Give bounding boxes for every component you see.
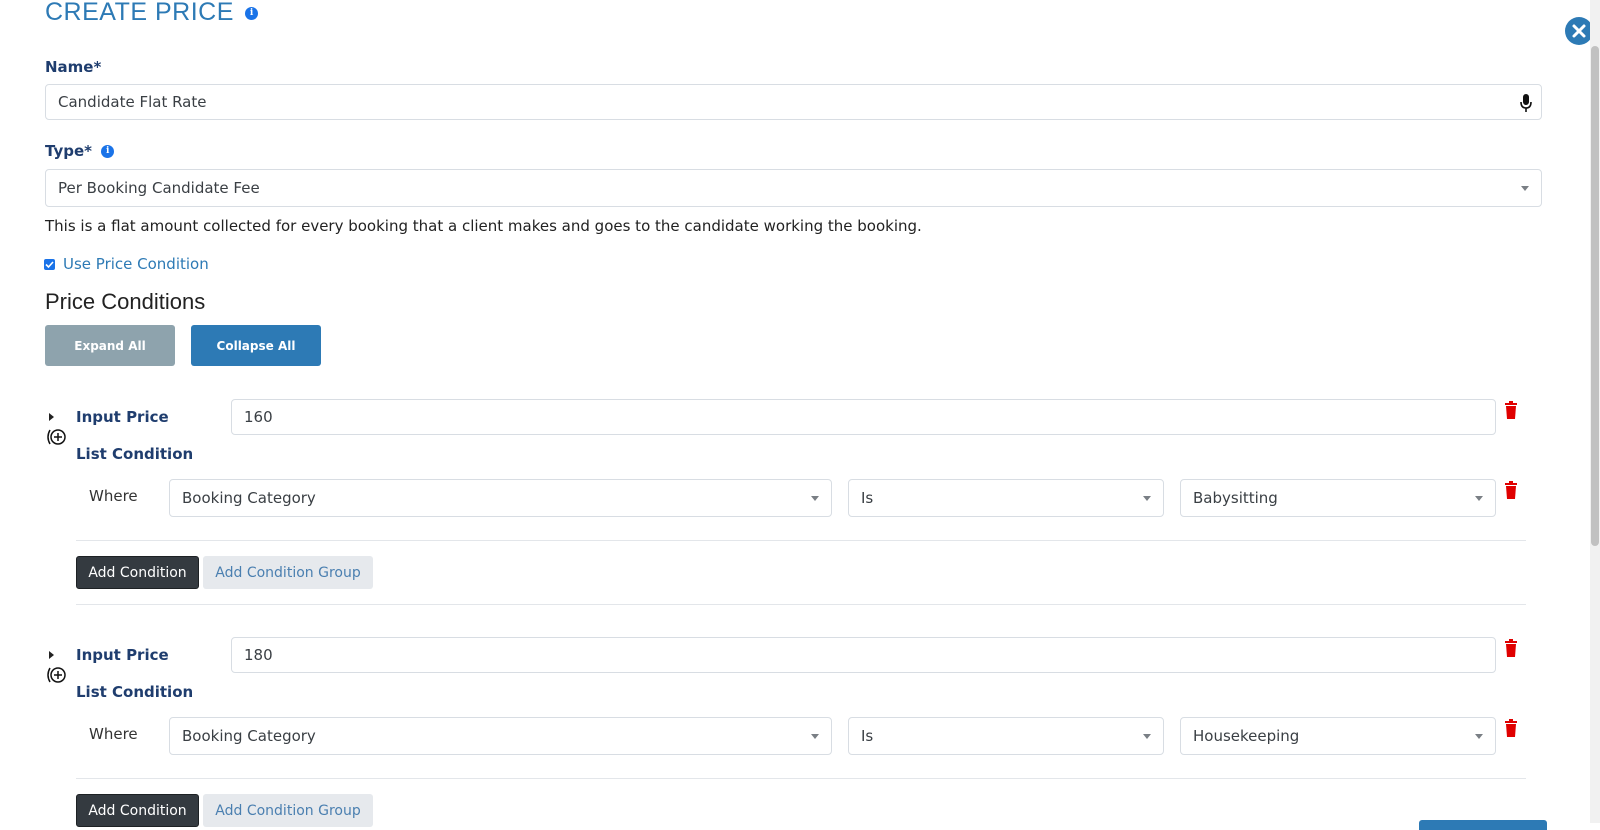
- condition-field-value: Booking Category: [182, 489, 316, 507]
- add-condition-button[interactable]: Add Condition: [76, 556, 199, 589]
- type-select[interactable]: Per Booking Candidate Fee: [45, 169, 1542, 207]
- condition-toggle[interactable]: [49, 413, 54, 421]
- name-label: Name*: [45, 58, 102, 76]
- type-label: Type* i: [45, 142, 115, 160]
- page-title-text: CREATE PRICE: [45, 0, 234, 26]
- add-condition-button[interactable]: Add Condition: [76, 794, 199, 827]
- condition-field-select[interactable]: Booking Category: [169, 717, 832, 755]
- chevron-down-icon: [1475, 734, 1483, 739]
- info-icon[interactable]: i: [245, 6, 259, 20]
- add-condition-group-button[interactable]: Add Condition Group: [203, 556, 373, 589]
- list-condition-label: List Condition: [76, 445, 194, 463]
- type-select-value: Per Booking Candidate Fee: [58, 179, 260, 197]
- input-price-field[interactable]: 180: [231, 637, 1496, 673]
- divider: [76, 604, 1526, 605]
- chevron-down-icon: [1143, 496, 1151, 501]
- condition-value-value: Babysitting: [1193, 489, 1278, 507]
- caret-right-icon: [49, 651, 54, 659]
- add-condition-group-button[interactable]: Add Condition Group: [203, 794, 373, 827]
- input-price-label: Input Price: [76, 646, 169, 664]
- condition-value-select[interactable]: Babysitting: [1180, 479, 1496, 517]
- condition-field-select[interactable]: Booking Category: [169, 479, 832, 517]
- condition-value-select[interactable]: Housekeeping: [1180, 717, 1496, 755]
- delete-icon[interactable]: [1504, 401, 1518, 419]
- scrollbar-thumb[interactable]: [1591, 46, 1599, 546]
- name-input[interactable]: Candidate Flat Rate: [45, 84, 1542, 120]
- expand-all-button[interactable]: Expand All: [45, 325, 175, 366]
- add-circle-icon[interactable]: [45, 666, 69, 684]
- divider: [76, 540, 1526, 541]
- input-price-value: 160: [244, 408, 273, 426]
- chevron-down-icon: [1143, 734, 1151, 739]
- collapse-all-button[interactable]: Collapse All: [191, 325, 321, 366]
- list-condition-label: List Condition: [76, 683, 194, 701]
- microphone-icon[interactable]: [1519, 93, 1533, 113]
- chevron-down-icon: [1475, 496, 1483, 501]
- caret-right-icon: [49, 413, 54, 421]
- page-title: CREATE PRICE i: [45, 0, 259, 27]
- save-button[interactable]: [1419, 820, 1547, 830]
- condition-operator-value: Is: [861, 727, 874, 745]
- input-price-label: Input Price: [76, 408, 169, 426]
- where-label: Where: [89, 725, 138, 743]
- use-price-condition-checkbox[interactable]: [44, 258, 55, 270]
- chevron-down-icon: [811, 734, 819, 739]
- chevron-down-icon: [1521, 186, 1529, 191]
- use-price-condition-label: Use Price Condition: [63, 255, 209, 273]
- input-price-field[interactable]: 160: [231, 399, 1496, 435]
- name-input-value: Candidate Flat Rate: [58, 93, 207, 111]
- scrollbar[interactable]: [1590, 0, 1600, 823]
- condition-operator-select[interactable]: Is: [848, 717, 1164, 755]
- where-label: Where: [89, 487, 138, 505]
- condition-field-value: Booking Category: [182, 727, 316, 745]
- info-icon[interactable]: i: [101, 145, 115, 158]
- add-circle-icon[interactable]: [45, 428, 69, 446]
- close-button[interactable]: [1565, 17, 1593, 45]
- input-price-value: 180: [244, 646, 273, 664]
- delete-icon[interactable]: [1504, 719, 1518, 737]
- condition-toggle[interactable]: [49, 651, 54, 659]
- delete-icon[interactable]: [1504, 481, 1518, 499]
- use-price-condition[interactable]: Use Price Condition: [44, 255, 209, 273]
- condition-operator-select[interactable]: Is: [848, 479, 1164, 517]
- condition-value-value: Housekeeping: [1193, 727, 1300, 745]
- type-description: This is a flat amount collected for ever…: [45, 217, 922, 235]
- chevron-down-icon: [811, 496, 819, 501]
- close-icon: [1572, 24, 1586, 38]
- price-conditions-heading: Price Conditions: [45, 289, 206, 314]
- delete-icon[interactable]: [1504, 639, 1518, 657]
- divider: [76, 778, 1526, 779]
- condition-operator-value: Is: [861, 489, 874, 507]
- type-label-text: Type*: [45, 142, 92, 160]
